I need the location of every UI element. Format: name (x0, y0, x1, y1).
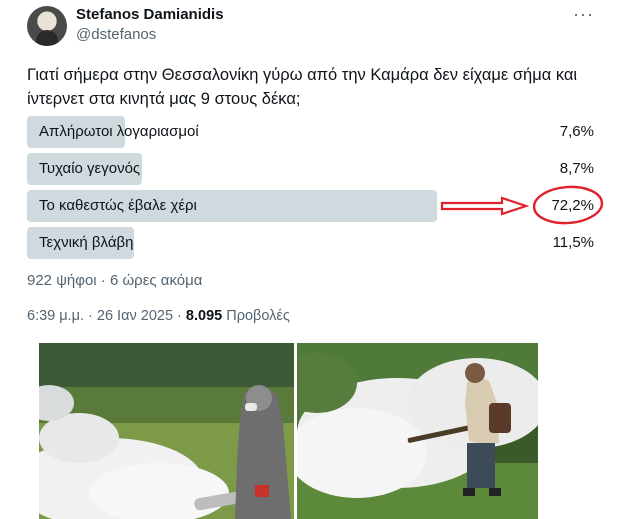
red-arrow-annotation (440, 196, 530, 216)
author-handle[interactable]: @dstefanos (76, 26, 156, 43)
poll-option[interactable]: Τυχαίο γεγονός 8,7% (27, 153, 597, 185)
author-name[interactable]: Stefanos Damianidis (76, 6, 224, 23)
photo-fumigation-right[interactable] (297, 343, 538, 519)
red-circle-annotation (532, 185, 604, 225)
more-icon[interactable]: ··· (573, 4, 594, 25)
poll-option-percent: 7,6% (559, 123, 594, 140)
tweet-timestamp[interactable]: 6:39 μ.μ. · 26 Ιαν 2025 · 8.095 Προβολές (27, 308, 290, 324)
poll-option-label: Απλήρωτοι λογαριασμοί (39, 123, 199, 140)
poll-option[interactable]: Απλήρωτοι λογαριασμοί 7,6% (27, 116, 597, 148)
poll-meta: 922 ψήφοι · 6 ώρες ακόμα (27, 272, 203, 289)
avatar[interactable] (27, 6, 67, 46)
timestamp-text: 6:39 μ.μ. · 26 Ιαν 2025 · (27, 308, 186, 324)
poll-option-label: Τυχαίο γεγονός (39, 160, 141, 177)
views-label: Προβολές (222, 308, 290, 324)
poll-option-label: Το καθεστώς έβαλε χέρι (39, 197, 197, 214)
poll-option[interactable]: Τεχνική βλάβη 11,5% (27, 227, 597, 259)
poll: Απλήρωτοι λογαριασμοί 7,6% Τυχαίο γεγονό… (27, 116, 597, 264)
poll-option-percent: 11,5% (552, 234, 594, 251)
views-count: 8.095 (185, 308, 223, 324)
poll-option-label: Τεχνική βλάβη (39, 234, 134, 251)
poll-option-percent: 8,7% (559, 160, 594, 177)
media-grid (39, 343, 538, 519)
photo-fumigation-left[interactable] (39, 343, 294, 519)
tweet-text: Γιατί σήμερα στην Θεσσαλονίκη γύρω από τ… (27, 66, 578, 108)
